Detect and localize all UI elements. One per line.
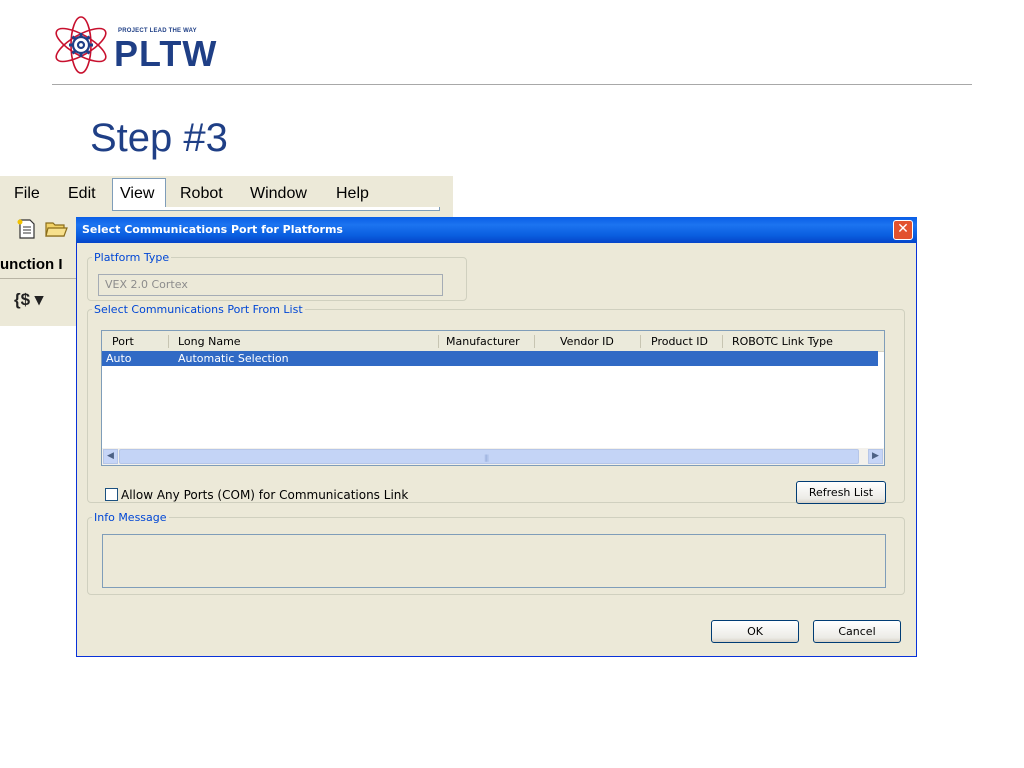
platform-type-field: VEX 2.0 Cortex	[98, 274, 443, 296]
horizontal-scrollbar[interactable]: ◀ ||| ▶	[102, 448, 884, 465]
menu-window[interactable]: Window	[250, 185, 307, 203]
close-button[interactable]: ✕	[893, 220, 913, 240]
comm-port-group: Select Communications Port From List Por…	[87, 303, 905, 504]
platform-type-legend: Platform Type	[94, 251, 170, 264]
info-message-group: Info Message	[87, 511, 905, 595]
close-icon: ✕	[897, 221, 909, 237]
scrollbar-thumb[interactable]: |||	[119, 449, 859, 464]
select-port-dialog: Select Communications Port for Platforms…	[76, 217, 917, 657]
cancel-button[interactable]: Cancel	[813, 620, 901, 643]
dialog-titlebar[interactable]: Select Communications Port for Platforms…	[76, 217, 917, 243]
port-list[interactable]: Port Long Name Manufacturer Vendor ID Pr…	[101, 330, 885, 466]
logo-wordmark: PLTW	[114, 33, 218, 74]
allow-any-ports-label[interactable]: Allow Any Ports (COM) for Communications…	[121, 488, 408, 502]
col-vendor-id[interactable]: Vendor ID	[560, 335, 614, 348]
chevron-left-icon: ◀	[107, 451, 114, 461]
menu-bar: File Edit View Robot Window Help	[0, 176, 453, 208]
header-divider	[52, 84, 972, 85]
comm-port-legend: Select Communications Port From List	[94, 303, 303, 316]
scroll-left-button[interactable]: ◀	[103, 449, 118, 464]
col-long-name[interactable]: Long Name	[178, 335, 241, 348]
cell-port: Auto	[106, 352, 132, 365]
menu-file[interactable]: File	[14, 185, 40, 203]
info-message-box	[102, 534, 886, 588]
menu-edit[interactable]: Edit	[68, 185, 96, 203]
dialog-title: Select Communications Port for Platforms	[82, 223, 343, 236]
ok-button[interactable]: OK	[711, 620, 799, 643]
menu-robot[interactable]: Robot	[180, 185, 223, 203]
grip-icon: |||	[484, 454, 489, 462]
col-product-id[interactable]: Product ID	[651, 335, 708, 348]
column-divider[interactable]	[534, 335, 535, 348]
platform-type-group: Platform Type VEX 2.0 Cortex	[87, 251, 467, 301]
column-divider[interactable]	[722, 335, 723, 348]
allow-any-ports-checkbox[interactable]	[105, 488, 118, 501]
function-library-label: unction I	[0, 256, 63, 273]
chevron-right-icon: ▶	[872, 451, 879, 461]
view-menu-dropdown	[112, 207, 440, 211]
new-file-icon[interactable]	[16, 218, 38, 240]
column-divider[interactable]	[168, 335, 169, 348]
atom-gear-icon	[55, 16, 107, 74]
panel-divider	[0, 278, 80, 279]
menu-view[interactable]: View	[120, 185, 154, 203]
slide-title: Step #3	[90, 116, 228, 160]
col-port[interactable]: Port	[112, 335, 134, 348]
cell-long-name: Automatic Selection	[178, 352, 289, 365]
col-manufacturer[interactable]: Manufacturer	[446, 335, 520, 348]
open-folder-icon[interactable]	[44, 218, 68, 240]
menu-help[interactable]: Help	[336, 185, 369, 203]
col-link-type[interactable]: ROBOTC Link Type	[732, 335, 833, 348]
function-dropdown-button[interactable]: {$ ▾	[14, 290, 43, 310]
column-divider[interactable]	[438, 335, 439, 348]
port-list-header: Port Long Name Manufacturer Vendor ID Pr…	[102, 331, 884, 352]
pltw-logo: PROJECT LEAD THE WAY PLTW	[48, 12, 248, 78]
table-row[interactable]: Auto Automatic Selection	[102, 351, 878, 366]
column-divider[interactable]	[640, 335, 641, 348]
scroll-right-button[interactable]: ▶	[868, 449, 883, 464]
info-message-legend: Info Message	[94, 511, 167, 524]
refresh-list-button[interactable]: Refresh List	[796, 481, 886, 504]
